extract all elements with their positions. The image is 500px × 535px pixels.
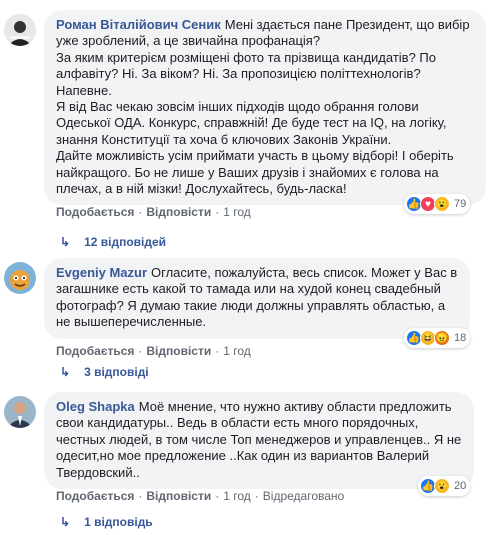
reaction-count: 20 — [454, 480, 467, 492]
replies-count: 12 відповідей — [84, 235, 167, 249]
reactions-summary[interactable]: 👍 😮 20 — [418, 476, 471, 496]
comment-author[interactable]: Oleg Shapka — [56, 399, 135, 414]
comment-bubble: Evgeniy Mazur Огласите, пожалуйста, весь … — [44, 258, 470, 339]
timestamp[interactable]: 1 год — [223, 205, 251, 219]
reaction-count: 18 — [454, 332, 467, 344]
view-replies-link[interactable]: ↳ 3 відповіді — [60, 365, 149, 379]
reply-button[interactable]: Відповісти — [146, 489, 211, 503]
avatar[interactable] — [4, 396, 36, 428]
comment-bubble: Роман Віталійович Сеник Мені здається пан… — [44, 10, 486, 206]
comment-actions: Подобається · Відповісти · 1 год — [56, 205, 251, 219]
like-button[interactable]: Подобається — [56, 344, 134, 358]
wow-icon: 😮 — [434, 478, 450, 494]
reply-arrow-icon: ↳ — [60, 515, 71, 529]
reply-button[interactable]: Відповісти — [146, 344, 211, 358]
comment-author[interactable]: Роман Віталійович Сеник — [56, 17, 221, 32]
reply-arrow-icon: ↳ — [60, 235, 71, 249]
replies-count: 3 відповіді — [84, 365, 149, 379]
reactions-summary[interactable]: 👍 😆 😠 18 — [404, 328, 471, 348]
comment-author[interactable]: Evgeniy Mazur — [56, 265, 147, 280]
comment-actions: Подобається · Відповісти · 1 год — [56, 344, 251, 358]
like-button[interactable]: Подобається — [56, 205, 134, 219]
view-replies-link[interactable]: ↳ 1 відповідь — [60, 515, 153, 529]
like-button[interactable]: Подобається — [56, 489, 134, 503]
reply-button[interactable]: Відповісти — [146, 205, 211, 219]
wow-icon: 😮 — [434, 196, 450, 212]
edited-label[interactable]: Відредаговано — [263, 489, 344, 503]
comment-text: Мені здається пане Президент, що вибір у… — [56, 17, 470, 197]
reactions-summary[interactable]: 👍 ♥ 😮 79 — [404, 194, 471, 214]
comment-actions: Подобається · Відповісти · 1 год · Відредагова… — [56, 489, 345, 503]
view-replies-link[interactable]: ↳ 12 відповідей — [60, 235, 166, 249]
replies-count: 1 відповідь — [84, 515, 153, 529]
angry-icon: 😠 — [434, 330, 450, 346]
avatar[interactable] — [4, 262, 36, 294]
avatar[interactable] — [4, 14, 36, 46]
reaction-count: 79 — [454, 198, 467, 210]
timestamp[interactable]: 1 год — [223, 489, 251, 503]
comment-bubble: Oleg Shapka Моё мнение, что нужно активу … — [44, 392, 474, 490]
reply-arrow-icon: ↳ — [60, 365, 71, 379]
timestamp[interactable]: 1 год — [223, 344, 251, 358]
